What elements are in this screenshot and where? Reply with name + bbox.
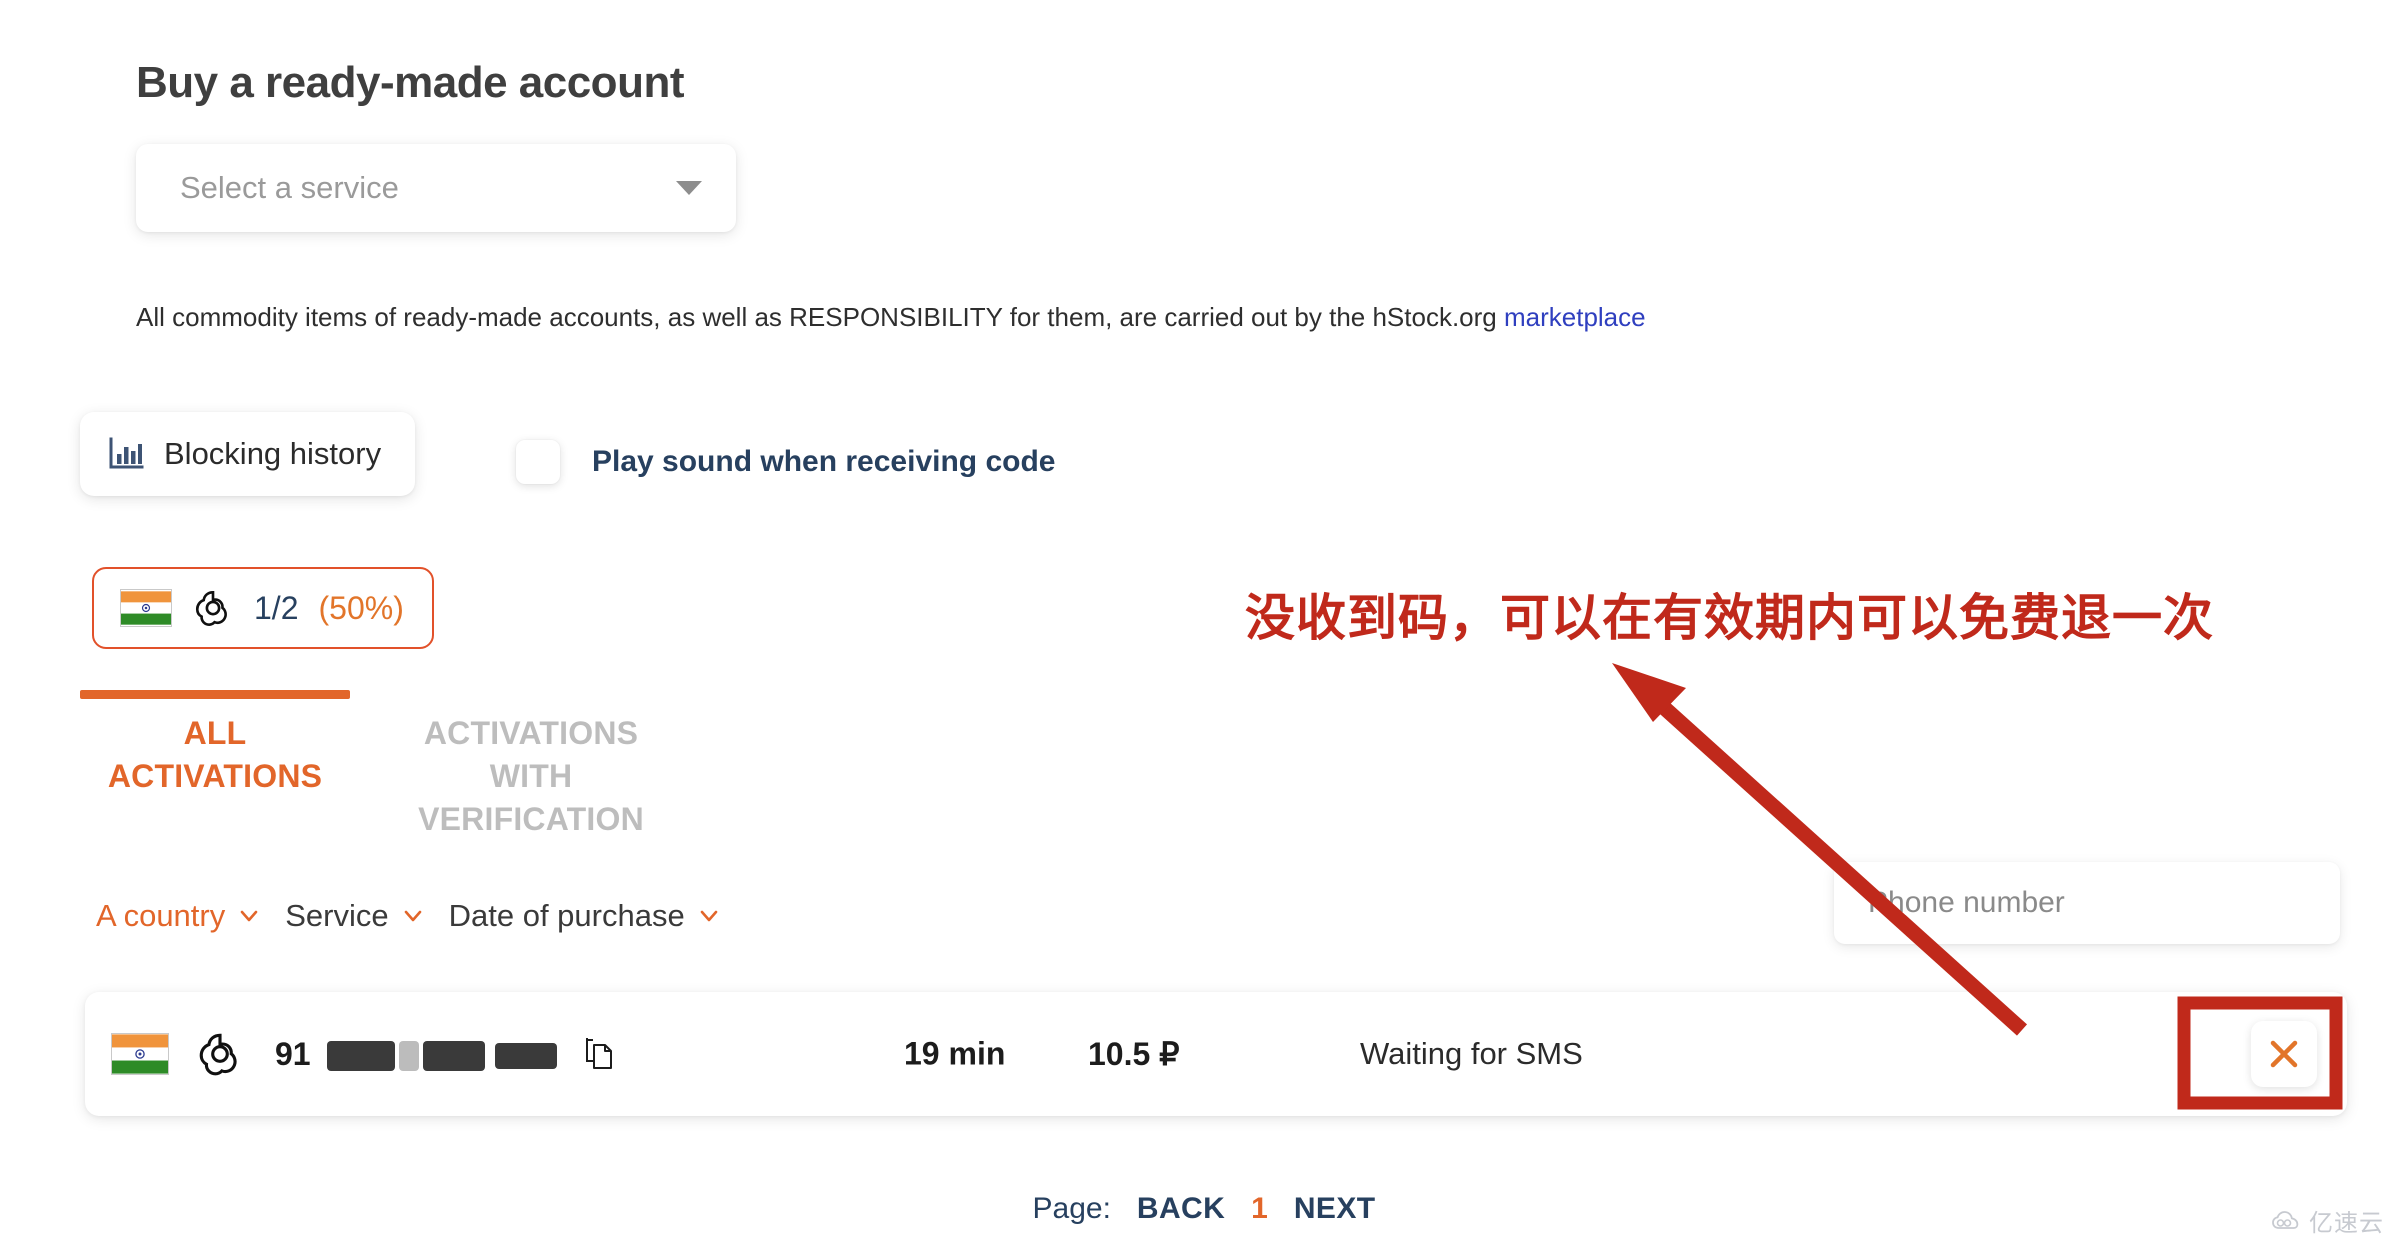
close-icon <box>2267 1037 2301 1071</box>
pagination-back-button[interactable]: BACK <box>1137 1192 1225 1226</box>
red-arrow-head <box>1612 663 1686 722</box>
phone-number-placeholder: Phone number <box>1868 886 2065 919</box>
chevron-down-icon <box>403 906 423 926</box>
phone-number-cell[interactable]: 91 <box>275 1035 614 1073</box>
country-service-counter-badge[interactable]: 1/2 (50%) <box>92 567 434 649</box>
filter-service-label: Service <box>285 898 389 933</box>
annotation-text: 没收到码，可以在有效期内可以免费退一次 <box>1245 590 2214 646</box>
phone-number-prefix: 91 <box>275 1035 311 1072</box>
filter-service[interactable]: Service <box>285 898 422 934</box>
watermark-text: 亿速云 <box>2309 1210 2384 1237</box>
cloud-icon <box>2271 1210 2301 1232</box>
openai-icon <box>195 1029 245 1079</box>
table-row[interactable]: 91 19 min 10.5 ₽ Waiting for SMS <box>85 992 2347 1116</box>
india-flag-icon <box>120 589 172 627</box>
service-select[interactable]: Select a service <box>136 144 736 232</box>
bar-chart-icon <box>108 437 144 471</box>
play-sound-label: Play sound when receiving code <box>592 445 1056 478</box>
india-flag-icon <box>111 1033 169 1075</box>
pagination: Page: BACK 1 NEXT <box>0 1192 2408 1226</box>
openai-icon <box>192 587 234 629</box>
status-text: Waiting for SMS <box>1360 1036 1583 1071</box>
page-root: Buy a ready-made account Select a servic… <box>0 0 2408 1254</box>
watermark: 亿速云 <box>2271 1203 2384 1238</box>
pagination-next-button[interactable]: NEXT <box>1294 1192 1376 1226</box>
service-select-placeholder: Select a service <box>180 170 399 205</box>
copy-icon[interactable] <box>548 1037 614 1071</box>
chevron-down-icon <box>239 906 259 926</box>
chevron-down-icon <box>699 906 719 926</box>
price: 10.5 ₽ <box>1088 1036 1180 1072</box>
tab-activations-with-verification[interactable]: ACTIVATIONS WITH VERIFICATION <box>396 690 666 841</box>
counter-fraction: 1/2 <box>254 589 299 626</box>
marketplace-link[interactable]: marketplace <box>1504 302 1646 332</box>
pagination-label: Page: <box>1032 1192 1111 1225</box>
time-remaining: 19 min <box>904 1035 1006 1072</box>
blocking-history-button[interactable]: Blocking history <box>80 412 416 496</box>
filter-date-label: Date of purchase <box>448 898 685 933</box>
filter-date-of-purchase[interactable]: Date of purchase <box>449 898 719 934</box>
phone-number-redaction <box>326 1035 557 1073</box>
marketplace-notice: All commodity items of ready-made accoun… <box>136 302 1646 333</box>
page-title: Buy a ready-made account <box>136 58 684 107</box>
chevron-down-icon <box>676 181 702 195</box>
pagination-current-page[interactable]: 1 <box>1251 1192 1268 1226</box>
notice-text: All commodity items of ready-made accoun… <box>136 302 1504 332</box>
play-sound-checkbox[interactable] <box>516 440 560 484</box>
filter-bar: A country Service Date of purchase <box>96 898 719 934</box>
filter-country-label: A country <box>96 898 226 933</box>
play-sound-option[interactable]: Play sound when receiving code <box>516 440 1055 484</box>
tab-all-activations[interactable]: ALL ACTIVATIONS <box>80 690 350 841</box>
filter-country[interactable]: A country <box>96 898 259 934</box>
counter-percent: (50%) <box>318 589 404 626</box>
phone-number-search[interactable]: Phone number <box>1834 862 2340 944</box>
activation-tabs: ALL ACTIVATIONS ACTIVATIONS WITH VERIFIC… <box>80 690 666 841</box>
cancel-activation-button[interactable] <box>2251 1021 2317 1087</box>
blocking-history-label: Blocking history <box>164 436 382 471</box>
